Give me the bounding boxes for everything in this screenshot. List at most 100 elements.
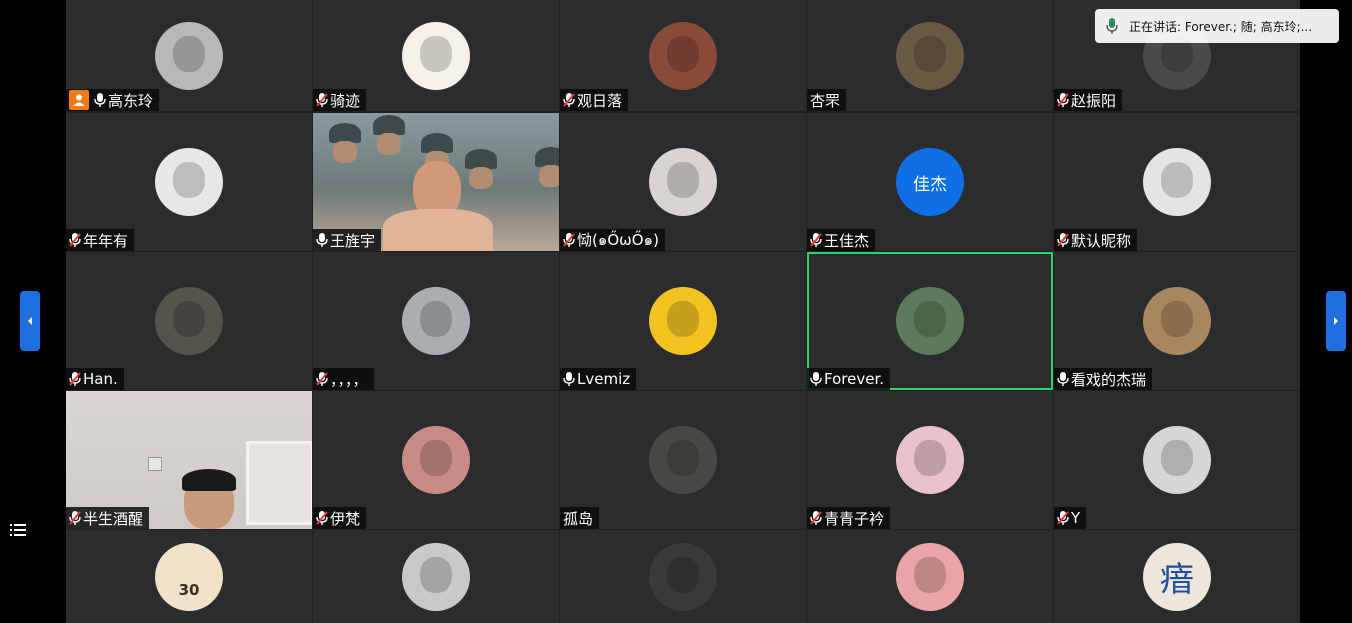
photo-avatar (402, 426, 470, 494)
participant-tile[interactable]: Lvemiz (560, 252, 806, 390)
mic-muted-indicator (1057, 92, 1069, 108)
participant-name: 恸(๑ŐωŐ๑) (577, 231, 659, 249)
participant-name-bar: 王旌宇 (313, 229, 382, 251)
participant-name: 年年有 (83, 231, 129, 250)
participant-tile[interactable]: Forever. (807, 252, 1053, 390)
mic-muted-indicator (563, 92, 575, 108)
prev-page-button[interactable] (20, 291, 40, 351)
microphone-muted-icon (1057, 511, 1069, 525)
avatar-figure (914, 440, 946, 476)
participant-name: 伊梵 (330, 509, 361, 528)
anime-boy-avatar (649, 148, 717, 216)
participant-tile[interactable]: 半生酒醒 (66, 391, 312, 529)
avatar-figure (1161, 440, 1193, 476)
participant-tile[interactable] (560, 530, 806, 623)
anime-boy-avatar (649, 287, 717, 355)
participant-name-bar: 半生酒醒 (66, 507, 150, 529)
soldier-face (469, 167, 493, 189)
mic-indicator (94, 92, 106, 108)
soldier-helmet (373, 115, 405, 135)
participant-name-bar: Lvemiz (560, 368, 637, 390)
avatar-figure (173, 301, 205, 337)
participant-name-bar: 年年有 (66, 229, 135, 251)
participant-name: 王佳杰 (824, 231, 870, 250)
mic-muted-indicator (69, 510, 81, 526)
mic-muted-indicator (563, 232, 575, 248)
participant-tile[interactable]: 30 (66, 530, 312, 623)
mic-indicator (316, 232, 328, 248)
participant-tile[interactable]: 年年有 (66, 113, 312, 251)
mic-indicator (1057, 371, 1069, 387)
microphone-muted-icon (69, 372, 81, 386)
avatar-figure (173, 35, 205, 72)
participant-tile[interactable]: 伊梵 (313, 391, 559, 529)
participant-tile[interactable] (313, 530, 559, 623)
participant-name: ，，，， (330, 370, 368, 389)
participants-menu-button[interactable] (10, 522, 26, 538)
chevron-left-icon (28, 317, 32, 325)
mic-muted-indicator (1057, 232, 1069, 248)
participant-tile[interactable]: 孤岛 (560, 391, 806, 529)
participant-name-bar: Forever. (807, 368, 890, 390)
participant-name-bar: 青青子衿 (807, 507, 891, 529)
soldier-helmet (465, 149, 497, 169)
participant-name-bar: 伊梵 (313, 507, 367, 529)
participant-tile[interactable]: 恸(๑ŐωŐ๑) (560, 113, 806, 251)
participant-tile[interactable]: 王旌宇 (313, 113, 559, 251)
participant-tile[interactable]: 看戏的杰瑞 (1054, 252, 1300, 390)
photo-avatar (896, 426, 964, 494)
next-page-button[interactable] (1326, 291, 1346, 351)
avatar-figure (667, 440, 699, 476)
photo-avatar (155, 21, 223, 90)
mic-muted-indicator (316, 371, 328, 387)
avatar-figure (667, 35, 699, 72)
participant-tile[interactable]: 佳杰王佳杰 (807, 113, 1053, 251)
avatar-figure (420, 440, 452, 476)
participant-name: 观日落 (577, 91, 623, 110)
avatar-figure (667, 301, 699, 337)
participant-name: 高东玲 (108, 91, 154, 110)
participant-tile[interactable]: 骑迹 (313, 0, 559, 111)
participant-tile[interactable] (807, 530, 1053, 623)
avatar-figure (914, 556, 946, 593)
microphone-muted-icon (810, 511, 822, 525)
participant-name: 孤岛 (563, 509, 594, 528)
participant-tile[interactable]: 高东玲 (66, 0, 312, 111)
mic-muted-indicator (1057, 510, 1069, 526)
participant-tile[interactable]: 瘖 (1054, 530, 1300, 623)
participant-tile[interactable]: 杏罘 (807, 0, 1053, 111)
photo-avatar (649, 542, 717, 611)
microphone-muted-icon (810, 233, 822, 247)
microphone-icon (563, 372, 575, 386)
avatar-text: 30 (178, 580, 200, 599)
microphone-muted-icon (1057, 233, 1069, 247)
avatar-text: 佳杰 (913, 174, 947, 195)
participant-tile[interactable]: Y (1054, 391, 1300, 529)
microphone-icon (94, 93, 106, 107)
participant-name: Han. (83, 370, 118, 388)
landscape-avatar (896, 287, 964, 355)
participant-name-bar: ，，，， (313, 368, 374, 390)
person-hair (182, 469, 236, 491)
microphone-muted-icon (316, 372, 328, 386)
microphone-icon (316, 233, 328, 247)
microphone-muted-icon (69, 233, 81, 247)
participant-tile[interactable]: ，，，， (313, 252, 559, 390)
mic-muted-indicator (69, 232, 81, 248)
avatar-figure (1161, 301, 1193, 337)
participant-name: 青青子衿 (824, 509, 885, 528)
participant-name: 赵振阳 (1071, 91, 1117, 110)
cartoon-face-avatar (896, 542, 964, 611)
jersey-avatar: 30 (155, 542, 223, 611)
microphone-icon (1106, 18, 1118, 34)
participant-name-bar: Han. (66, 368, 124, 390)
microphone-muted-icon (316, 93, 328, 107)
participant-tile[interactable]: 观日落 (560, 0, 806, 111)
participant-name-bar: 看戏的杰瑞 (1054, 368, 1153, 390)
microphone-muted-icon (316, 511, 328, 525)
participant-tile[interactable]: 青青子衿 (807, 391, 1053, 529)
participant-tile[interactable]: Han. (66, 252, 312, 390)
photo-avatar (896, 21, 964, 90)
participant-tile[interactable]: 默认昵称 (1054, 113, 1300, 251)
participant-name-bar: 赵振阳 (1054, 89, 1123, 111)
